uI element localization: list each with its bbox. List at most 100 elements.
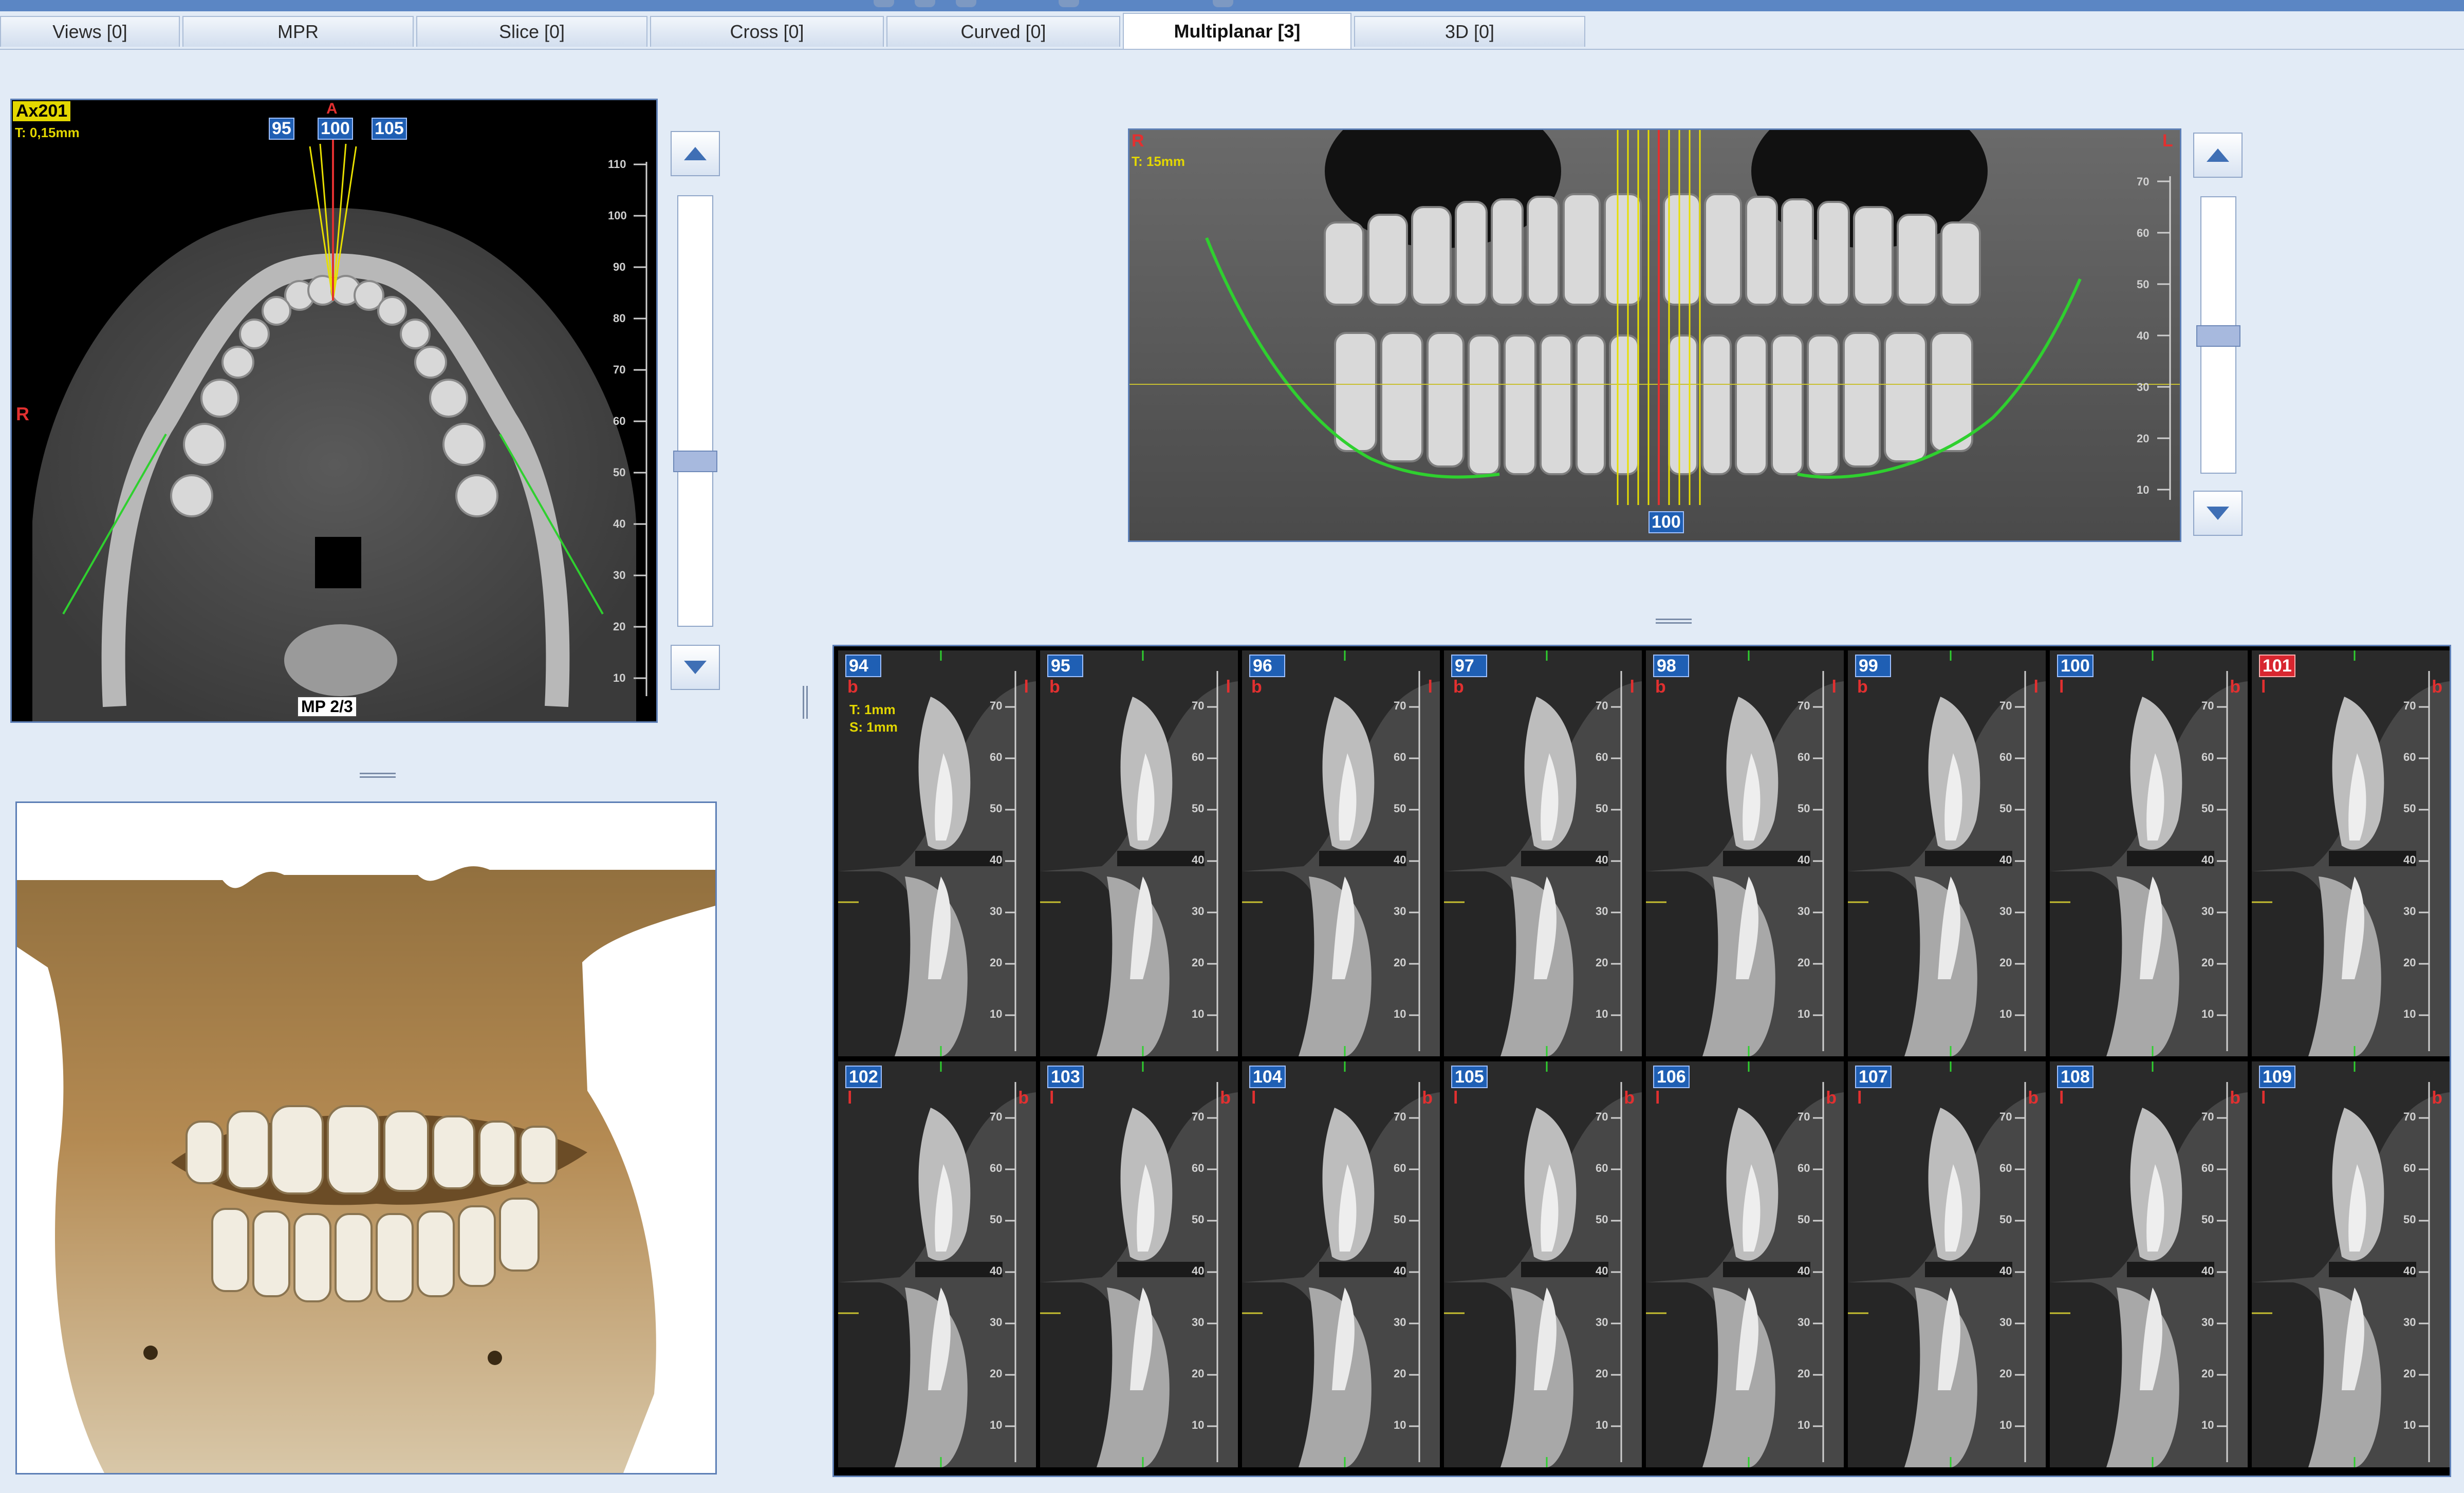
axial-scroll-down-button[interactable] (671, 645, 720, 690)
cross-section-number: 107 (1855, 1066, 1892, 1088)
window-control-icon[interactable] (1059, 0, 1079, 7)
cross-ruler-label: 60 (1596, 751, 1608, 763)
cross-section-cell[interactable]: 103 l b 70 60 50 40 30 20 10 (1040, 1061, 1238, 1467)
tab-curved[interactable]: Curved [0] (886, 16, 1120, 47)
cross-ruler-label: 40 (990, 853, 1003, 866)
cross-ruler-label: 50 (1394, 1213, 1406, 1226)
arrow-down-icon (684, 661, 707, 674)
orientation-marker-right: b (1826, 1088, 1837, 1108)
tab-multiplanar[interactable]: Multiplanar [3] (1123, 13, 1351, 49)
cross-ruler-label: 20 (990, 956, 1003, 969)
cross-ruler-label: 40 (1798, 853, 1810, 866)
window-control-icon[interactable] (915, 0, 935, 7)
orientation-marker-left: l (1857, 1088, 1862, 1108)
axial-viewport[interactable]: Ax201 T: 0,15mm R A 95 100 105 110 100 9… (10, 99, 658, 723)
axial-scroll-up-button[interactable] (671, 131, 720, 176)
cross-ruler-label: 40 (1999, 1264, 2012, 1277)
cross-ruler-label: 20 (1798, 956, 1810, 969)
axial-ruler-label: 90 (613, 260, 626, 273)
cross-section-number: 104 (1249, 1066, 1286, 1088)
orientation-marker-right: b (1220, 1088, 1231, 1108)
cross-section-cell[interactable]: 97 b l 70 60 50 40 30 20 10 (1444, 650, 1642, 1056)
cross-ruler-label: 30 (2403, 1316, 2416, 1329)
window-control-icon[interactable] (874, 0, 894, 7)
tab-slice[interactable]: Slice [0] (416, 16, 647, 47)
cross-ruler-label: 50 (1192, 1213, 1205, 1226)
axial-slice-label[interactable]: 100 (318, 118, 353, 140)
tab-mpr[interactable]: MPR (182, 16, 414, 47)
panoramic-scroll-thumb[interactable] (2196, 325, 2240, 347)
cross-section-number: 99 (1855, 655, 1891, 677)
panoramic-left-marker: L (2162, 131, 2173, 151)
cross-section-cell[interactable]: 102 l b 70 60 50 40 30 20 10 (838, 1061, 1036, 1467)
cross-ruler-label: 60 (990, 751, 1003, 763)
panoramic-scroll-track[interactable] (2196, 196, 2240, 474)
cross-ruler-label: 60 (2201, 1162, 2214, 1174)
cross-section-cell[interactable]: 96 b l 70 60 50 40 30 20 10 (1242, 650, 1440, 1056)
cross-ruler-label: 60 (1394, 751, 1406, 763)
orientation-marker-right: l (1428, 677, 1433, 697)
cross-ruler-label: 70 (1596, 1110, 1608, 1123)
cross-ruler-label: 30 (1999, 905, 2012, 918)
panoramic-scroll-down-button[interactable] (2193, 491, 2243, 536)
cross-spacing: S: 1mm (849, 719, 898, 735)
cross-section-cell[interactable]: 108 l b 70 60 50 40 30 20 10 (2050, 1061, 2248, 1467)
tab-views[interactable]: Views [0] (0, 16, 180, 47)
cross-section-cell[interactable]: 107 l b 70 60 50 40 30 20 10 (1848, 1061, 2046, 1467)
window-control-icon[interactable] (1213, 0, 1233, 7)
tab-3d[interactable]: 3D [0] (1354, 16, 1585, 47)
cross-ruler-label: 50 (2201, 802, 2214, 815)
axial-scroll-track[interactable] (673, 195, 717, 627)
cross-section-image (1646, 650, 1844, 1056)
cross-section-number: 108 (2057, 1066, 2094, 1088)
arrow-up-icon (684, 147, 707, 160)
cross-ruler-label: 70 (2403, 1110, 2416, 1123)
horizontal-splitter[interactable] (1656, 618, 1692, 625)
cross-section-cell[interactable]: 94 b l 70 60 50 40 30 20 10 T: 1mm S: 1mm (838, 650, 1036, 1056)
cross-ruler-label: 50 (1596, 1213, 1608, 1226)
axial-slice-label[interactable]: 105 (372, 118, 407, 140)
cross-ruler-label: 60 (1798, 1162, 1810, 1174)
cross-ruler-label: 50 (1999, 1213, 2012, 1226)
panoramic-thickness: T: 15mm (1132, 154, 1185, 169)
cross-section-image (2050, 650, 2248, 1056)
cross-section-cell[interactable]: 100 l b 70 60 50 40 30 20 10 (2050, 650, 2248, 1056)
cross-section-cell[interactable]: 99 b l 70 60 50 40 30 20 10 (1848, 650, 2046, 1056)
horizontal-splitter[interactable] (360, 772, 396, 779)
cross-ruler-label: 70 (990, 699, 1003, 712)
cross-ruler-label: 20 (1999, 956, 2012, 969)
cross-ruler-label: 40 (1192, 1264, 1205, 1277)
cross-ruler-label: 10 (1394, 1419, 1406, 1431)
orientation-marker-right: b (2432, 1088, 2442, 1108)
volume-render-viewport[interactable] (15, 801, 717, 1475)
panoramic-viewport[interactable]: R L T: 15mm 100 70 60 50 40 30 20 10 (1128, 128, 2181, 542)
cross-section-cell[interactable]: 109 l b 70 60 50 40 30 20 10 (2252, 1061, 2450, 1467)
cross-ruler-label: 60 (1596, 1162, 1608, 1174)
cross-section-cell[interactable]: 105 l b 70 60 50 40 30 20 10 (1444, 1061, 1642, 1467)
cross-ruler-label: 40 (1394, 853, 1406, 866)
panoramic-slice-label[interactable]: 100 (1648, 511, 1684, 533)
axial-right-marker: R (16, 403, 29, 424)
cross-ruler-label: 40 (990, 1264, 1003, 1277)
vertical-splitter[interactable] (802, 686, 809, 719)
cross-ruler-label: 40 (2201, 853, 2214, 866)
tab-cross[interactable]: Cross [0] (650, 16, 884, 47)
cross-section-grid: 94 b l 70 60 50 40 30 20 10 T: 1mm S: 1mm (832, 645, 2451, 1477)
cross-ruler-label: 30 (2403, 905, 2416, 918)
axial-scroll-thumb[interactable] (673, 451, 717, 472)
axial-slice-label[interactable]: 95 (269, 118, 294, 140)
cross-ruler-label: 10 (990, 1007, 1003, 1020)
panoramic-ruler-label: 40 (2137, 329, 2150, 342)
window-control-icon[interactable] (956, 0, 976, 7)
cross-section-cell[interactable]: 98 b l 70 60 50 40 30 20 10 (1646, 650, 1844, 1056)
orientation-marker-right: l (1024, 677, 1029, 697)
cross-section-cell[interactable]: 106 l b 70 60 50 40 30 20 10 (1646, 1061, 1844, 1467)
cross-section-cell[interactable]: 101 l b 70 60 50 40 30 20 10 (2252, 650, 2450, 1056)
cross-section-cell[interactable]: 104 l b 70 60 50 40 30 20 10 (1242, 1061, 1440, 1467)
cross-ruler-label: 40 (1192, 853, 1205, 866)
cross-section-number: 96 (1249, 655, 1285, 677)
cross-section-number: 95 (1047, 655, 1083, 677)
panoramic-scroll-up-button[interactable] (2193, 133, 2243, 178)
cross-section-cell[interactable]: 95 b l 70 60 50 40 30 20 10 (1040, 650, 1238, 1056)
cross-ruler-label: 30 (1999, 1316, 2012, 1329)
